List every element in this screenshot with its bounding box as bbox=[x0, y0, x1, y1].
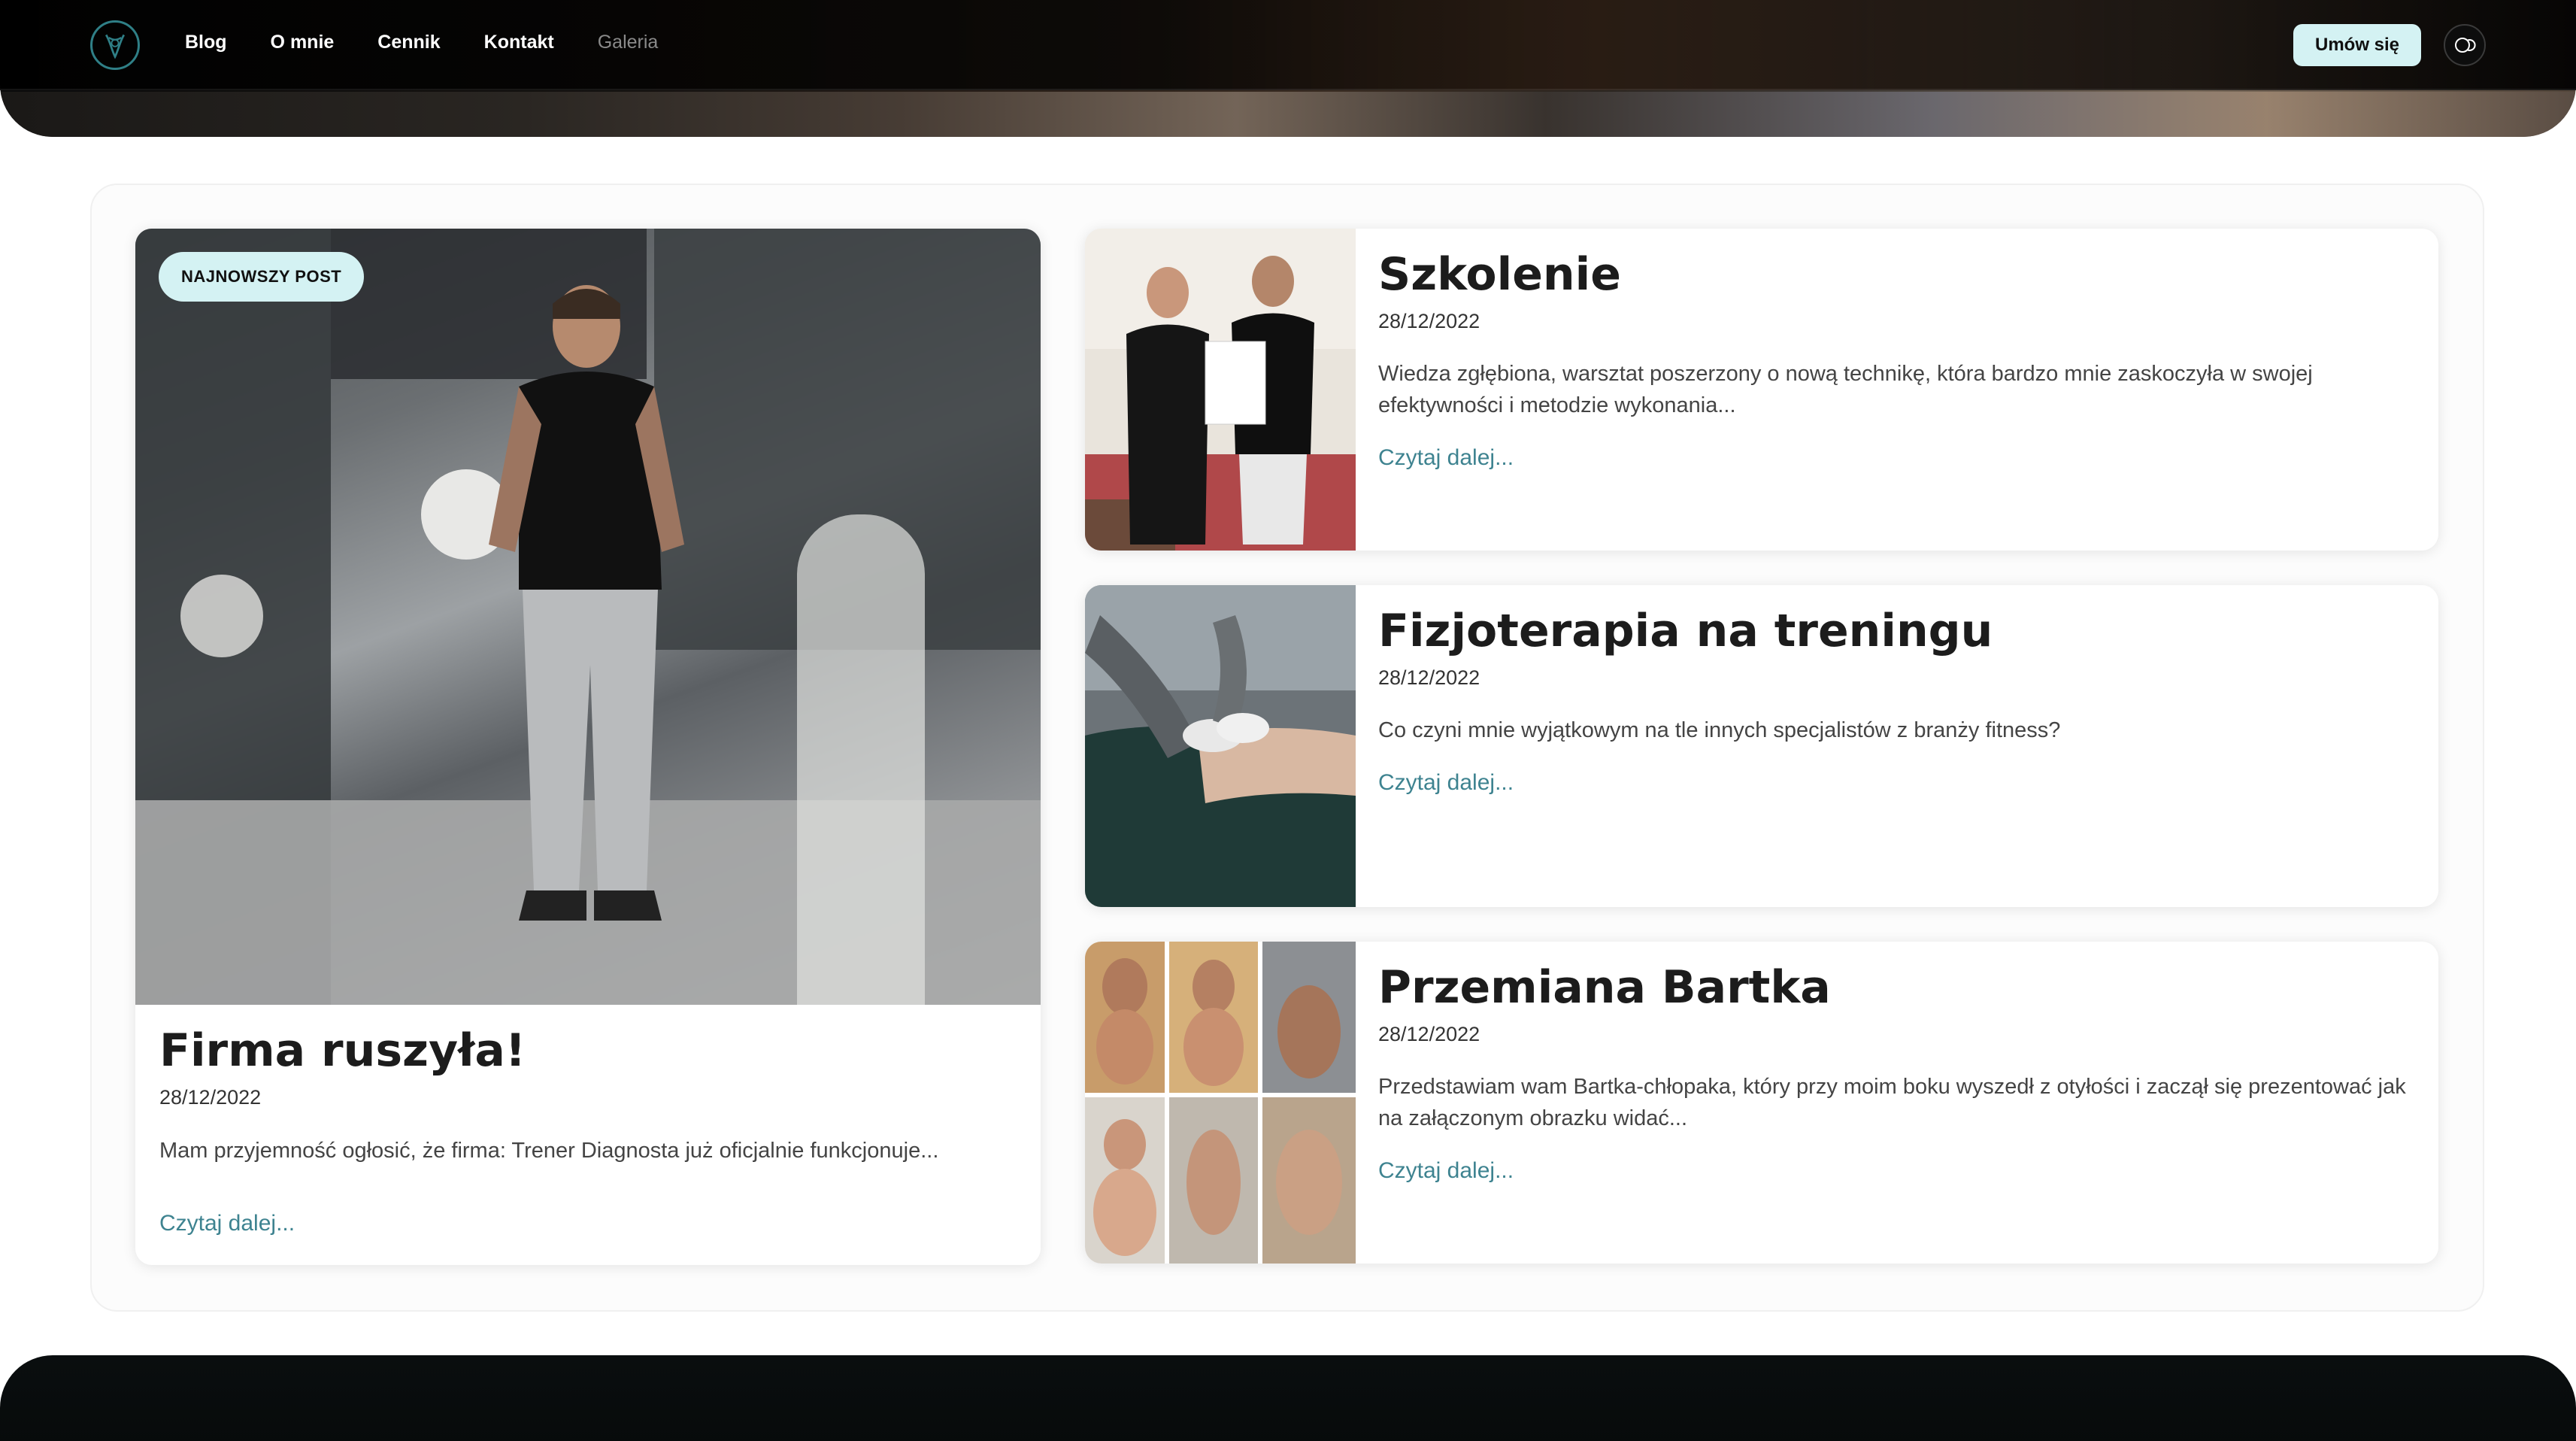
featured-post-card[interactable]: NAJNOWSZY POST Firma ruszyła! 28/12/2022… bbox=[135, 229, 1041, 1265]
post-date: 28/12/2022 bbox=[1378, 666, 1480, 689]
post-card-fizjoterapia[interactable]: Fizjoterapia na treningu 28/12/2022 Co c… bbox=[1085, 585, 2438, 907]
footer-section bbox=[0, 1355, 2576, 1441]
nav-link-blog[interactable]: Blog bbox=[185, 32, 227, 53]
post-excerpt: Wiedza zgłębiona, warsztat poszerzony o … bbox=[1378, 362, 2313, 417]
book-appointment-button[interactable]: Umów się bbox=[2293, 24, 2421, 66]
post-card-szkolenie[interactable]: Szkolenie 28/12/2022 Wiedza zgłębiona, w… bbox=[1085, 229, 2438, 551]
post-image-fizjoterapia bbox=[1085, 585, 1356, 907]
post-excerpt: Co czyni mnie wyjątkowym na tle innych s… bbox=[1378, 718, 2061, 742]
post-date: 28/12/2022 bbox=[1378, 310, 1480, 332]
brand-logo-icon[interactable] bbox=[90, 20, 140, 70]
top-navbar: Blog O mnie Cennik Kontakt Galeria Umów … bbox=[0, 0, 2576, 90]
nav-link-o-mnie[interactable]: O mnie bbox=[271, 32, 335, 53]
nav-links: Blog O mnie Cennik Kontakt Galeria bbox=[185, 32, 702, 53]
post-image-szkolenie bbox=[1085, 229, 1356, 551]
post-title[interactable]: Fizjoterapia na treningu bbox=[1378, 605, 1993, 657]
featured-post-excerpt: Mam przyjemność ogłosić, że firma: Trene… bbox=[159, 1139, 939, 1163]
nav-link-galeria[interactable]: Galeria bbox=[598, 32, 659, 53]
post-title[interactable]: Przemiana Bartka bbox=[1378, 961, 1831, 1014]
nav-link-kontakt[interactable]: Kontakt bbox=[484, 32, 554, 53]
post-title[interactable]: Szkolenie bbox=[1378, 248, 1621, 301]
theme-toggle-icon[interactable] bbox=[2444, 24, 2486, 66]
nav-link-cennik[interactable]: Cennik bbox=[377, 32, 440, 53]
post-card-przemiana[interactable]: Przemiana Bartka 28/12/2022 Przedstawiam… bbox=[1085, 942, 2438, 1264]
featured-post-title[interactable]: Firma ruszyła! bbox=[159, 1024, 526, 1077]
post-image-przemiana bbox=[1085, 942, 1356, 1264]
read-more-link[interactable]: Czytaj dalej... bbox=[1378, 770, 1514, 796]
featured-read-more-link[interactable]: Czytaj dalej... bbox=[159, 1211, 295, 1236]
read-more-link[interactable]: Czytaj dalej... bbox=[1378, 445, 1514, 471]
featured-post-image: NAJNOWSZY POST bbox=[135, 229, 1041, 1005]
read-more-link[interactable]: Czytaj dalej... bbox=[1378, 1158, 1514, 1184]
post-date: 28/12/2022 bbox=[1378, 1023, 1480, 1045]
featured-post-date: 28/12/2022 bbox=[159, 1086, 262, 1109]
latest-post-badge: NAJNOWSZY POST bbox=[159, 252, 365, 302]
post-excerpt: Przedstawiam wam Bartka-chłopaka, który … bbox=[1378, 1075, 2406, 1130]
